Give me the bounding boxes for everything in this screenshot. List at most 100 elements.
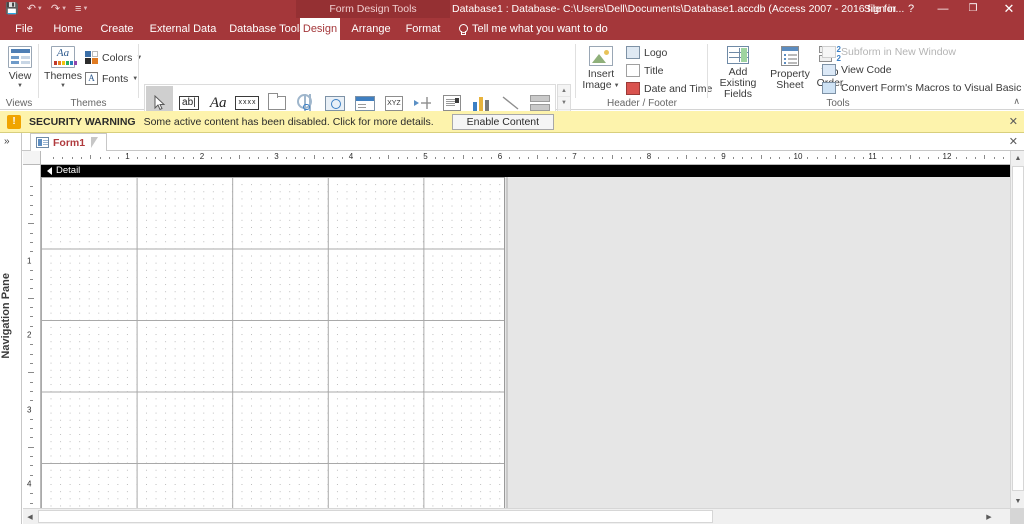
document-tab-form1[interactable]: Form1 — [30, 133, 108, 151]
ruler-tick — [118, 157, 120, 159]
ruler-tick — [770, 157, 772, 159]
redo-icon[interactable]: ↷ ▼ — [51, 0, 67, 18]
horizontal-scrollbar[interactable]: ◀ ▶ — [23, 508, 1010, 524]
themes-button[interactable]: Aa Themes ▼ — [43, 46, 83, 89]
ruler-tick — [472, 157, 474, 159]
property-sheet-button[interactable]: Property Sheet — [768, 46, 812, 91]
ruler-tick — [704, 157, 706, 159]
enable-content-button[interactable]: Enable Content — [451, 113, 555, 130]
ruler-tick — [993, 157, 995, 159]
form-canvas[interactable]: Detail — [41, 165, 1024, 524]
scroll-down-icon[interactable]: ▼ — [1011, 494, 1024, 508]
save-icon[interactable]: 💾 — [5, 0, 19, 18]
chart-icon — [472, 96, 491, 111]
form-detail-grid[interactable] — [41, 177, 505, 524]
ruler-tick — [174, 157, 176, 159]
vertical-ruler[interactable]: 1 2 3 4 — [23, 176, 41, 524]
view-button[interactable]: View ▼ — [4, 46, 36, 89]
gallery-scroll-up-icon[interactable]: ▲ — [558, 85, 570, 98]
quick-access-toolbar: 💾 ↶ ▼ ↷ ▼ ≡ ▼ — [0, 0, 88, 18]
vertical-scroll-thumb[interactable] — [1012, 166, 1024, 491]
colors-button[interactable]: Colors ▼ — [85, 51, 142, 64]
ruler-tick — [378, 157, 380, 159]
ruler-tick — [30, 465, 33, 467]
scroll-up-icon[interactable]: ▲ — [1011, 151, 1024, 165]
gallery-scroll-down-icon[interactable]: ▼ — [558, 97, 570, 110]
ruler-tick — [28, 372, 34, 374]
navigation-icon — [354, 95, 375, 111]
ruler-tick — [676, 157, 678, 159]
ruler-tick — [360, 157, 362, 159]
tab-external-data[interactable]: External Data — [142, 18, 224, 40]
ruler-tick — [30, 307, 33, 309]
ruler-tick — [71, 157, 73, 159]
undo-icon[interactable]: ↶ ▼ — [27, 0, 43, 18]
title-icon — [626, 64, 640, 77]
tab-home[interactable]: Home — [46, 18, 90, 40]
close-window-button[interactable]: ✕ — [994, 0, 1024, 18]
tell-me-search[interactable]: Tell me what you want to do — [458, 18, 608, 40]
restore-button[interactable]: ❐ — [958, 0, 988, 18]
page-break-icon — [414, 97, 432, 109]
date-and-time-button[interactable]: Date and Time — [626, 82, 712, 95]
warning-icon: ! — [7, 114, 21, 129]
tab-file[interactable]: File — [6, 18, 42, 40]
logo-icon — [626, 46, 640, 59]
ruler-number: 3 — [274, 152, 279, 161]
insert-image-label-2: Image — [582, 79, 612, 91]
horizontal-scroll-thumb[interactable] — [38, 510, 713, 523]
tab-design[interactable]: Design — [300, 18, 340, 40]
ruler-tick — [984, 155, 986, 159]
convert-macros-button[interactable]: Convert Form's Macros to Visual Basic — [822, 82, 1021, 94]
ruler-tick — [30, 204, 33, 206]
ruler-tick — [779, 157, 781, 159]
fonts-button[interactable]: A Fonts ▼ — [85, 72, 138, 85]
detail-section-bar[interactable]: Detail — [41, 165, 1024, 177]
convert-macros-icon — [822, 82, 836, 94]
title-button[interactable]: Title — [626, 64, 663, 77]
vertical-scrollbar[interactable]: ▲ ▼ — [1010, 151, 1024, 508]
collapse-ribbon-icon[interactable]: ∧ — [1013, 96, 1020, 107]
ruler-tick — [30, 400, 33, 402]
logo-button[interactable]: Logo — [626, 46, 667, 59]
tab-database-tools[interactable]: Database Tools — [224, 18, 310, 40]
navigation-pane-title: Navigation Pane — [0, 273, 12, 359]
horizontal-ruler[interactable]: 1 2 3 4 5 6 7 8 9 10 11 12 — [41, 151, 1024, 165]
text-box-icon: ab| — [179, 96, 199, 110]
close-security-bar-icon[interactable]: ✕ — [1009, 115, 1018, 128]
form-right-edge-handle[interactable] — [506, 177, 508, 524]
view-code-button[interactable]: View Code — [822, 64, 892, 76]
ruler-tick — [742, 157, 744, 159]
chevron-down-icon: ▼ — [17, 83, 23, 89]
navigation-pane[interactable]: » Navigation Pane — [0, 133, 22, 524]
ruler-tick — [90, 155, 92, 159]
insert-image-button[interactable]: Insert Image ▼ — [580, 46, 622, 91]
form-design-workspace: 1 2 3 4 5 6 7 8 9 10 11 12 1234 Detail — [23, 151, 1024, 524]
ruler-tick — [881, 157, 883, 159]
subform-label: Subform in New Window — [841, 46, 956, 58]
tab-arrange[interactable]: Arrange — [346, 18, 396, 40]
ruler-number: 12 — [942, 152, 952, 161]
close-document-tab-icon[interactable]: ✕ — [1009, 135, 1018, 148]
expand-navigation-pane-icon[interactable]: » — [4, 136, 10, 147]
subform-in-new-window-button[interactable]: Subform in New Window — [822, 46, 956, 58]
ruler-tick — [686, 155, 688, 159]
sign-in-button[interactable]: Sign in — [864, 0, 896, 18]
view-code-icon — [822, 64, 836, 76]
scroll-right-icon[interactable]: ▶ — [982, 509, 996, 524]
group-title-views: Views — [5, 98, 33, 109]
tab-format[interactable]: Format — [400, 18, 446, 40]
ruler-tick — [453, 157, 455, 159]
ribbon-group-themes: Aa Themes ▼ Colors ▼ A Fonts ▼ Themes — [39, 40, 142, 110]
customize-qat-icon[interactable]: ≡ ▼ — [75, 0, 88, 18]
fonts-icon: A — [85, 72, 98, 85]
ruler-tick — [1002, 157, 1004, 159]
minimize-button[interactable]: — — [928, 0, 958, 18]
ruler-tick — [444, 157, 446, 159]
help-icon[interactable]: ? — [902, 0, 920, 18]
ruler-tick — [388, 155, 390, 159]
tab-create[interactable]: Create — [94, 18, 140, 40]
ruler-tick — [30, 344, 33, 346]
scroll-left-icon[interactable]: ◀ — [23, 509, 37, 524]
add-existing-fields-button[interactable]: Add Existing Fields — [710, 46, 766, 100]
